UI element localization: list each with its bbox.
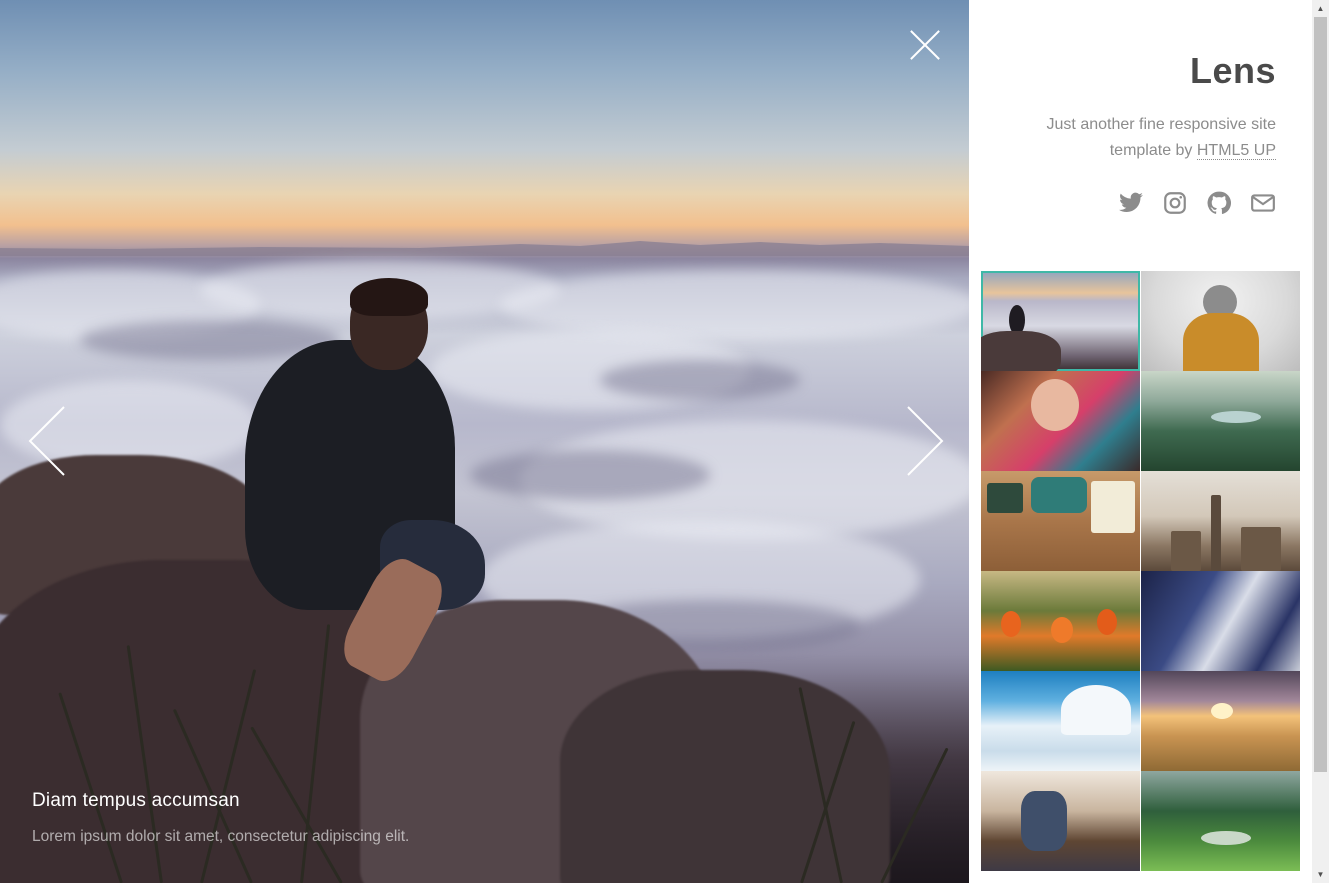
thumbnail-green-valley[interactable] — [1141, 371, 1300, 471]
thumbnail-woman-with-scarf[interactable] — [981, 371, 1140, 471]
thumbnail-typewriter-desk[interactable] — [981, 471, 1140, 571]
scroll-up-icon[interactable]: ▲ — [1312, 0, 1329, 17]
twitter-icon[interactable] — [1118, 190, 1144, 216]
social-links — [1118, 190, 1276, 216]
thumbnail-person-on-stool[interactable] — [981, 771, 1140, 871]
next-arrow-button[interactable] — [898, 405, 948, 477]
chevron-right-icon — [907, 406, 944, 476]
instagram-icon[interactable] — [1162, 190, 1188, 216]
thumbnail-glass-building[interactable] — [1141, 571, 1300, 671]
distant-mountains — [0, 241, 969, 256]
thumbnail-man-above-clouds[interactable] — [981, 271, 1140, 371]
sidebar: Lens Just another fine responsive site t… — [969, 0, 1312, 883]
site-description: Just another fine responsive site templa… — [1046, 116, 1276, 160]
caption-title: Diam tempus accumsan — [32, 790, 240, 811]
thumbnail-snowy-mountain[interactable] — [981, 671, 1140, 771]
prev-arrow-button[interactable] — [24, 405, 74, 477]
html5up-link[interactable]: HTML5 UP — [1196, 142, 1276, 160]
thumbnail-city-skyline[interactable] — [1141, 471, 1300, 571]
thumbnail-grid — [981, 271, 1300, 871]
main-image-viewer: Diam tempus accumsan Lorem ipsum dolor s… — [0, 0, 969, 883]
vertical-scrollbar[interactable]: ▲ ▼ — [1312, 0, 1329, 883]
thumbnail-orange-tulips[interactable] — [981, 571, 1140, 671]
site-title: Lens — [1189, 50, 1276, 91]
scroll-down-icon[interactable]: ▼ — [1312, 866, 1329, 883]
envelope-icon[interactable] — [1250, 190, 1276, 216]
caption-text: Lorem ipsum dolor sit amet, consectetur … — [32, 828, 410, 845]
scrollbar-thumb[interactable] — [1314, 17, 1327, 772]
github-icon[interactable] — [1206, 190, 1232, 216]
thumbnail-sunset-field[interactable] — [1141, 671, 1300, 771]
thumbnail-person-in-beanie[interactable] — [1141, 271, 1300, 371]
thumbnail-green-mountains[interactable] — [1141, 771, 1300, 871]
image-caption: Diam tempus accumsan Lorem ipsum dolor s… — [32, 790, 409, 846]
close-icon[interactable] — [906, 26, 944, 64]
chevron-left-icon — [28, 406, 65, 476]
